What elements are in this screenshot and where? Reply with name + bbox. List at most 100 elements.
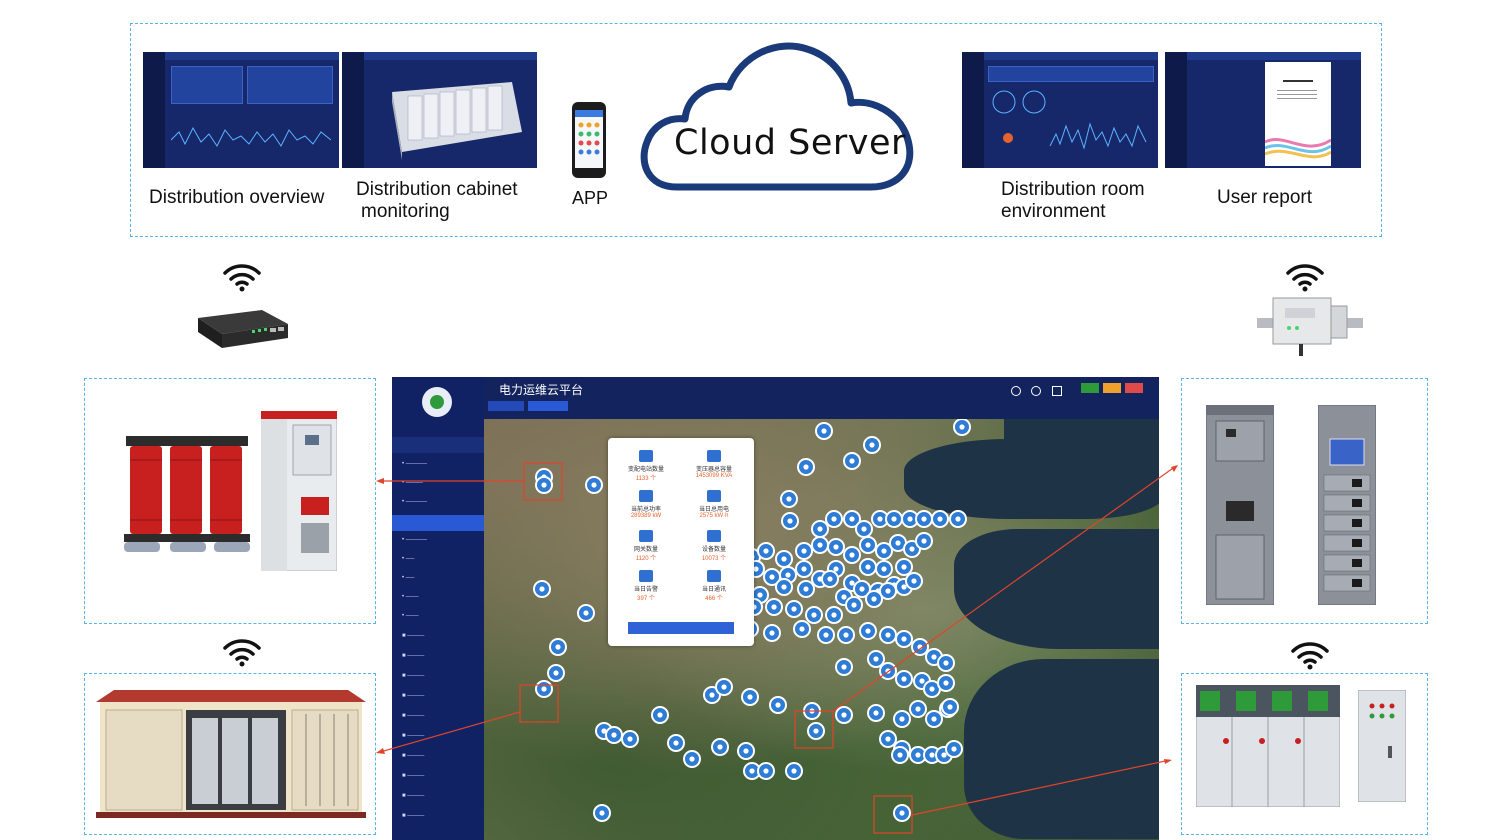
map-pin-icon[interactable] bbox=[905, 572, 923, 590]
map-pin-icon[interactable] bbox=[945, 740, 963, 758]
map-pin-icon[interactable] bbox=[867, 650, 885, 668]
map-pin-icon[interactable] bbox=[775, 550, 793, 568]
map-pin-icon[interactable] bbox=[937, 654, 955, 672]
map-pin-icon[interactable] bbox=[795, 560, 813, 578]
map-pin-icon[interactable] bbox=[741, 688, 759, 706]
stat-value: 466 个 bbox=[705, 596, 723, 602]
map-pin-icon[interactable] bbox=[757, 762, 775, 780]
map-pin-icon[interactable] bbox=[811, 520, 829, 538]
map-pin-icon[interactable] bbox=[843, 452, 861, 470]
map-pin-icon[interactable] bbox=[797, 580, 815, 598]
map-pin-icon[interactable] bbox=[893, 710, 911, 728]
map-pin-icon[interactable] bbox=[805, 606, 823, 624]
map-pin-icon[interactable] bbox=[780, 490, 798, 508]
map-pin-icon[interactable] bbox=[825, 510, 843, 528]
map-pin-icon[interactable] bbox=[593, 804, 611, 822]
satellite-map[interactable] bbox=[484, 419, 1159, 840]
stat-value: 289389 kW bbox=[630, 513, 662, 519]
stat-value: 397 个 bbox=[637, 596, 655, 602]
map-pin-icon[interactable] bbox=[535, 680, 553, 698]
map-pin-icon[interactable] bbox=[915, 510, 933, 528]
map-pin-icon[interactable] bbox=[891, 746, 909, 764]
map-pin-icon[interactable] bbox=[577, 604, 595, 622]
map-pin-icon[interactable] bbox=[785, 600, 803, 618]
map-pin-icon[interactable] bbox=[875, 560, 893, 578]
map-pin-icon[interactable] bbox=[909, 700, 927, 718]
map-pin-icon[interactable] bbox=[763, 624, 781, 642]
map-pin-icon[interactable] bbox=[827, 538, 845, 556]
map-pin-icon[interactable] bbox=[931, 510, 949, 528]
map-pin-icon[interactable] bbox=[941, 698, 959, 716]
map-pin-icon[interactable] bbox=[547, 664, 565, 682]
map-pin-icon[interactable] bbox=[769, 696, 787, 714]
map-pin-icon[interactable] bbox=[845, 596, 863, 614]
map-pin-icon[interactable] bbox=[879, 730, 897, 748]
platform-title: 电力运维云平台 bbox=[499, 383, 584, 397]
map-pin-icon[interactable] bbox=[605, 726, 623, 744]
map-pin-icon[interactable] bbox=[885, 510, 903, 528]
caption-user-report: User report bbox=[1217, 187, 1313, 208]
map-pin-icon[interactable] bbox=[781, 512, 799, 530]
map-pin-icon[interactable] bbox=[715, 678, 733, 696]
map-pin-icon[interactable] bbox=[797, 458, 815, 476]
map-pin-icon[interactable] bbox=[765, 598, 783, 616]
map-pin-icon[interactable] bbox=[895, 670, 913, 688]
map-pin-icon[interactable] bbox=[859, 536, 877, 554]
map-pin-icon[interactable] bbox=[895, 558, 913, 576]
map-pin-icon[interactable] bbox=[867, 704, 885, 722]
map-pin-icon[interactable] bbox=[667, 734, 685, 752]
map-pin-icon[interactable] bbox=[549, 638, 567, 656]
platform-sidebar: • ───── • ──── • ───── • ───── • ── • ──… bbox=[392, 377, 484, 840]
map-pin-icon[interactable] bbox=[711, 738, 729, 756]
map-pin-icon[interactable] bbox=[803, 702, 821, 720]
map-pin-icon[interactable] bbox=[835, 658, 853, 676]
map-pin-icon[interactable] bbox=[835, 706, 853, 724]
map-pin-icon[interactable] bbox=[737, 742, 755, 760]
map-pin-icon[interactable] bbox=[893, 804, 911, 822]
map-pin-icon[interactable] bbox=[937, 674, 955, 692]
map-pin-icon[interactable] bbox=[811, 536, 829, 554]
map-pin-icon[interactable] bbox=[953, 419, 971, 436]
stats-detail-button[interactable] bbox=[628, 622, 734, 634]
map-pin-icon[interactable] bbox=[879, 626, 897, 644]
map-pin-icon[interactable] bbox=[785, 762, 803, 780]
map-pin-icon[interactable] bbox=[911, 638, 929, 656]
switchgear-cabinet-image bbox=[261, 411, 337, 571]
map-pin-icon[interactable] bbox=[817, 626, 835, 644]
control-cabinet-image bbox=[1358, 690, 1406, 802]
map-pin-icon[interactable] bbox=[859, 622, 877, 640]
map-pin-icon[interactable] bbox=[837, 626, 855, 644]
map-pin-icon[interactable] bbox=[651, 706, 669, 724]
wifi-icon bbox=[223, 639, 261, 667]
map-pin-icon[interactable] bbox=[683, 750, 701, 768]
map-pin-icon[interactable] bbox=[793, 620, 811, 638]
map-pin-icon[interactable] bbox=[843, 546, 861, 564]
map-pin-icon[interactable] bbox=[925, 710, 943, 728]
map-pin-icon[interactable] bbox=[533, 580, 551, 598]
map-pin-icon[interactable] bbox=[915, 532, 933, 550]
map-pin-icon[interactable] bbox=[821, 570, 839, 588]
map-pin-icon[interactable] bbox=[859, 558, 877, 576]
map-pin-icon[interactable] bbox=[621, 730, 639, 748]
map-pin-icon[interactable] bbox=[585, 476, 603, 494]
map-pin-icon[interactable] bbox=[949, 510, 967, 528]
stat-value: 10073 个 bbox=[701, 556, 727, 562]
map-pin-icon[interactable] bbox=[879, 582, 897, 600]
map-pin-icon[interactable] bbox=[863, 436, 881, 454]
map-pin-icon[interactable] bbox=[535, 476, 553, 494]
map-pin-icon[interactable] bbox=[757, 542, 775, 560]
switch-cabinet-image bbox=[1206, 405, 1274, 605]
wifi-icon bbox=[1286, 264, 1324, 292]
map-pin-icon[interactable] bbox=[895, 630, 913, 648]
map-pin-icon[interactable] bbox=[775, 578, 793, 596]
map-pin-icon[interactable] bbox=[807, 722, 825, 740]
map-pin-icon[interactable] bbox=[815, 422, 833, 440]
stat-value: 1133 个 bbox=[635, 476, 657, 482]
platform-stats-card: 变配电站数量 1133 个 变压器总容量 1453099 KVA 当前总功率 2893… bbox=[608, 438, 754, 646]
map-pin-icon[interactable] bbox=[879, 662, 897, 680]
dry-transformer-image bbox=[124, 436, 250, 552]
gateway-device-icon bbox=[1257, 297, 1363, 356]
map-pin-icon[interactable] bbox=[855, 520, 873, 538]
map-pin-icon[interactable] bbox=[825, 606, 843, 624]
map-pin-icon[interactable] bbox=[795, 542, 813, 560]
